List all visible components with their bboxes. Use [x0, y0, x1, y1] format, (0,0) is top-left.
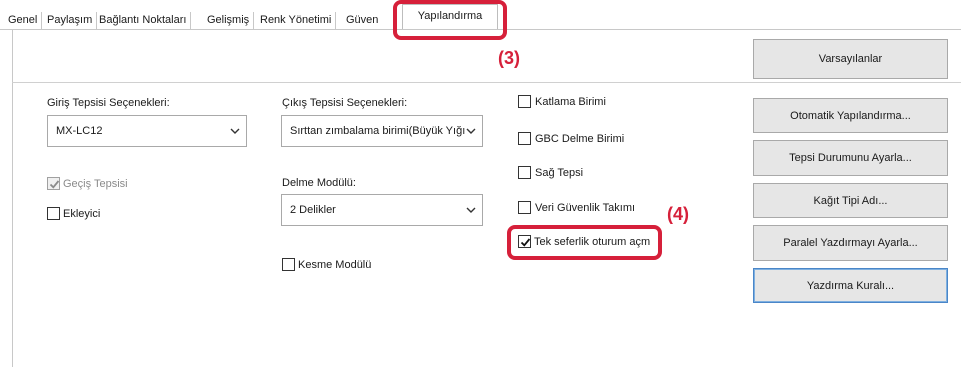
input-tray-value: MX-LC12 — [56, 125, 103, 137]
output-tray-label: Çıkış Tepsisi Seçenekleri: — [282, 97, 408, 109]
defaults-button[interactable]: Varsayılanlar — [753, 39, 948, 79]
tray-status-button[interactable]: Tepsi Durumunu Ayarla... — [753, 140, 948, 176]
chevron-down-icon — [466, 207, 476, 213]
right-tray-label: Sağ Tepsi — [535, 167, 584, 179]
check-icon — [520, 238, 531, 247]
callout-box-step3 — [393, 0, 507, 40]
parallel-print-button-label: Paralel Yazdırmayı Ayarla... — [783, 237, 918, 249]
callout-label-step4: (4) — [667, 204, 689, 224]
tab-color-management[interactable]: Renk Yönetimi — [256, 12, 337, 29]
trimming-module-checkbox[interactable] — [282, 258, 295, 271]
print-policy-button-label: Yazdırma Kuralı... — [806, 279, 895, 292]
input-tray-label: Giriş Tepsisi Seçenekleri: — [47, 97, 170, 109]
single-signon-label: Tek seferlik oturum açm — [534, 236, 651, 248]
inserter-checkbox[interactable] — [47, 207, 60, 220]
paper-type-button-label: Kağıt Tipi Adı... — [813, 194, 888, 207]
tab-sharing[interactable]: Paylaşım — [43, 12, 98, 29]
auto-config-button[interactable]: Otomatik Yapılandırma... — [753, 98, 948, 133]
punch-module-select[interactable]: 2 Delikler — [281, 194, 483, 226]
bypass-tray-label: Geçiş Tepsisi — [63, 178, 128, 190]
chevron-down-icon — [466, 128, 476, 134]
tray-status-button-label: Tepsi Durumunu Ayarla... — [789, 152, 912, 164]
check-icon — [49, 180, 60, 189]
output-tray-value: Sırttan zımbalama birimi(Büyük Yığı — [290, 125, 466, 137]
input-tray-select[interactable]: MX-LC12 — [47, 115, 247, 147]
bypass-tray-checkbox[interactable] — [47, 177, 60, 190]
folding-unit-checkbox[interactable] — [518, 95, 531, 108]
defaults-button-label: Varsayılanlar — [818, 53, 883, 65]
tab-general[interactable]: Genel — [4, 12, 43, 29]
data-security-kit-checkbox[interactable] — [518, 201, 531, 214]
gbc-punch-label: GBC Delme Birimi — [535, 133, 625, 145]
trimming-module-label: Kesme Modülü — [298, 259, 372, 271]
section-divider — [12, 82, 961, 83]
auto-config-button-label: Otomatik Yapılandırma... — [790, 109, 911, 122]
inserter-label: Ekleyici — [63, 208, 101, 220]
tab-advanced[interactable]: Gelişmiş — [203, 12, 255, 29]
output-tray-select[interactable]: Sırttan zımbalama birimi(Büyük Yığı — [281, 115, 483, 147]
data-security-kit-label: Veri Güvenlik Takımı — [535, 202, 636, 214]
chevron-down-icon — [230, 128, 240, 134]
right-tray-checkbox[interactable] — [518, 166, 531, 179]
parallel-print-button[interactable]: Paralel Yazdırmayı Ayarla... — [753, 225, 948, 261]
punch-module-value: 2 Delikler — [290, 204, 336, 216]
callout-label-step3: (3) — [498, 48, 520, 68]
print-policy-button[interactable]: Yazdırma Kuralı... — [753, 268, 948, 303]
tab-ports[interactable]: Bağlantı Noktaları — [95, 12, 192, 29]
gbc-punch-checkbox[interactable] — [518, 132, 531, 145]
single-signon-checkbox[interactable] — [518, 235, 531, 248]
punch-module-label: Delme Modülü: — [282, 177, 356, 189]
folding-unit-label: Katlama Birimi — [535, 96, 606, 108]
paper-type-button[interactable]: Kağıt Tipi Adı... — [753, 183, 948, 218]
